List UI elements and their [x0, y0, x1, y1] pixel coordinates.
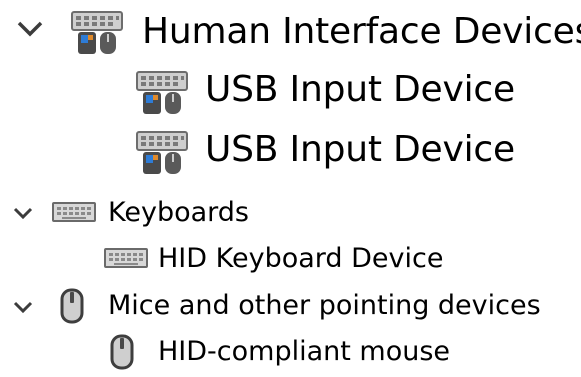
tree-item-hid-compliant-mouse[interactable]: HID-compliant mouse [0, 330, 581, 374]
hid-device-icon [136, 71, 188, 114]
keyboard-icon [52, 202, 96, 222]
hid-device-icon [71, 11, 123, 54]
mouse-icon [110, 334, 134, 370]
tree-item-hid-keyboard-device[interactable]: HID Keyboard Device [0, 238, 581, 280]
chevron-down-icon[interactable] [12, 300, 34, 314]
tree-item-usb-input-device[interactable]: USB Input Device [0, 126, 581, 178]
chevron-down-icon[interactable] [16, 20, 44, 38]
tree-category-mice[interactable]: Mice and other pointing devices [0, 284, 581, 328]
item-label: USB Input Device [205, 129, 515, 170]
category-label: Keyboards [108, 197, 249, 228]
mouse-icon [60, 288, 84, 324]
chevron-down-icon[interactable] [12, 206, 34, 220]
keyboard-icon [104, 248, 148, 268]
tree-category-human-interface-devices[interactable]: Human Interface Devices [0, 4, 581, 60]
item-label: USB Input Device [205, 69, 515, 110]
item-label: HID-compliant mouse [158, 336, 451, 367]
tree-category-keyboards[interactable]: Keyboards [0, 192, 581, 234]
tree-item-usb-input-device[interactable]: USB Input Device [0, 66, 581, 118]
item-label: HID Keyboard Device [158, 243, 444, 274]
category-label: Mice and other pointing devices [108, 290, 541, 321]
hid-device-icon [136, 131, 188, 174]
category-label: Human Interface Devices [142, 11, 581, 52]
